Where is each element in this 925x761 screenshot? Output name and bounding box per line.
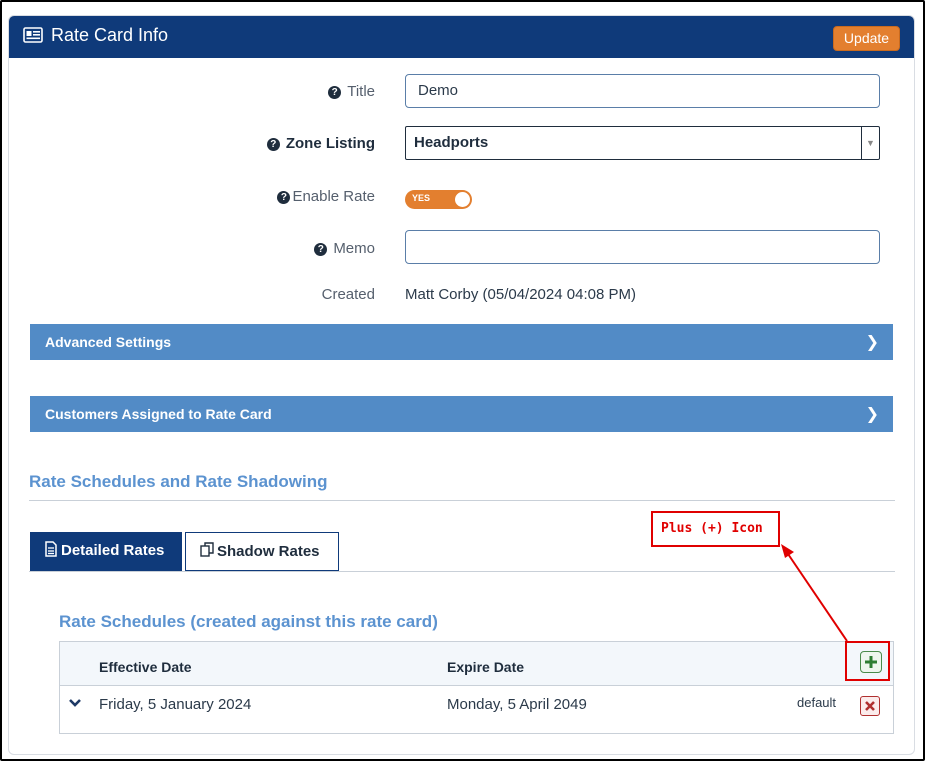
enable-rate-label-text: Enable Rate: [292, 188, 375, 205]
help-icon[interactable]: ?: [266, 138, 280, 151]
annotation-highlight: [845, 641, 890, 681]
enable-rate-toggle[interactable]: YES: [405, 190, 472, 209]
table-header: Effective Date Expire Date: [60, 642, 893, 686]
chevron-right-icon: ❯: [865, 406, 879, 423]
title-input[interactable]: Demo: [405, 74, 880, 108]
chevron-down-icon[interactable]: ▼: [861, 127, 879, 159]
annotation-label: Plus (+) Icon: [661, 521, 763, 536]
enable-rate-label: ? Enable Rate: [209, 188, 375, 205]
title-label-text: Title: [347, 83, 375, 100]
update-button[interactable]: Update: [833, 26, 900, 51]
memo-label: ? Memo: [209, 240, 375, 257]
zone-listing-label-text: Zone Listing: [285, 135, 375, 152]
document-icon: [45, 541, 57, 557]
id-card-icon: [23, 27, 43, 43]
rate-card-panel: Rate Card Info Update ? Title Demo ? Zone …: [8, 15, 915, 755]
help-icon[interactable]: ?: [328, 86, 342, 99]
help-icon[interactable]: ?: [314, 243, 328, 256]
rate-schedules-table: Effective Date Expire Date Friday, 5 Jan…: [59, 641, 894, 734]
zone-listing-label: ? Zone Listing: [209, 135, 375, 152]
created-value: Matt Corby (05/04/2024 04:08 PM): [405, 286, 636, 303]
rate-schedules-section-title: Rate Schedules and Rate Shadowing: [29, 472, 328, 491]
help-icon[interactable]: ?: [277, 191, 291, 204]
card-header: Rate Card Info Update: [9, 16, 914, 58]
tab-shadow-rates-label: Shadow Rates: [217, 543, 320, 560]
customers-assigned-label: Customers Assigned to Rate Card: [45, 406, 272, 422]
tab-detailed-rates[interactable]: Detailed Rates: [30, 532, 182, 571]
default-tag: default: [797, 695, 837, 710]
annotation-callout: Plus (+) Icon: [651, 511, 780, 547]
column-header-effective-date: Effective Date: [99, 659, 192, 675]
zone-listing-value: Headports: [414, 134, 489, 151]
close-icon: [865, 701, 875, 711]
toggle-state-text: YES: [412, 193, 431, 203]
page-title: Rate Card Info: [51, 25, 169, 45]
chevron-right-icon: ❯: [865, 334, 879, 351]
expire-date-cell: Monday, 5 April 2049: [447, 696, 587, 713]
advanced-settings-panel[interactable]: Advanced Settings ❯: [30, 324, 893, 360]
zone-listing-select[interactable]: Headports ▼: [405, 126, 880, 160]
toggle-knob: [455, 192, 470, 207]
customers-assigned-panel[interactable]: Customers Assigned to Rate Card ❯: [30, 396, 893, 432]
memo-label-text: Memo: [333, 240, 375, 257]
copy-icon: [200, 542, 214, 557]
advanced-settings-label: Advanced Settings: [45, 334, 172, 350]
effective-date-cell: Friday, 5 January 2024: [99, 696, 252, 713]
column-header-expire-date: Expire Date: [447, 659, 525, 675]
title-label: ? Title: [209, 83, 375, 100]
chevron-down-icon[interactable]: [68, 696, 82, 710]
memo-input[interactable]: [405, 230, 880, 264]
delete-schedule-button[interactable]: [860, 696, 880, 716]
tab-shadow-rates[interactable]: Shadow Rates: [185, 532, 339, 571]
tab-detailed-rates-label: Detailed Rates: [61, 542, 165, 559]
created-label: Created: [321, 286, 375, 303]
section-divider: [29, 500, 895, 501]
tabs-divider: [29, 571, 895, 572]
rate-schedules-subtitle: Rate Schedules (created against this rat…: [59, 612, 438, 631]
